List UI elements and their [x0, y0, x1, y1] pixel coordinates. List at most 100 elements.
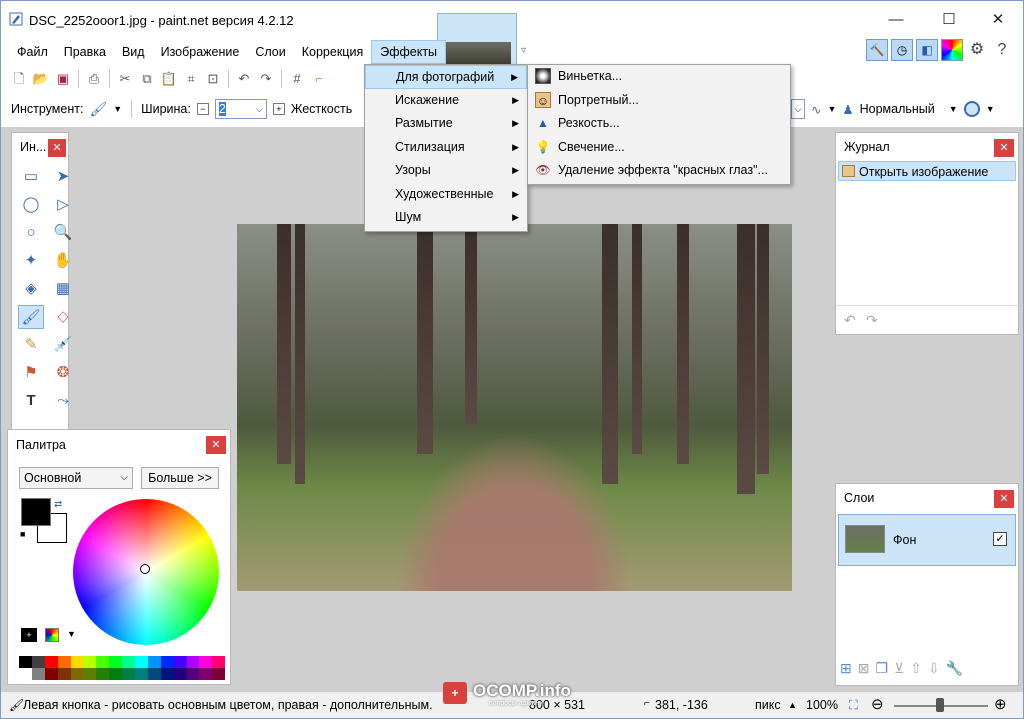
menu-effects-noise[interactable]: Шум ▶ [365, 206, 527, 230]
palette-toggle-icon[interactable] [941, 39, 963, 61]
pan-hand-icon[interactable]: ✋ [50, 249, 76, 273]
clone-stamp-icon[interactable]: ⚑ [18, 361, 44, 385]
duplicate-layer-icon[interactable]: ❐ [875, 660, 888, 677]
history-toggle-icon[interactable]: ◷ [891, 39, 913, 61]
color-swatch[interactable] [212, 656, 226, 668]
color-swatch[interactable] [122, 656, 136, 668]
blend-mode-caret-icon[interactable]: ▼ [949, 104, 958, 114]
move-layer-down-icon[interactable]: ⇩ [928, 660, 940, 677]
layer-properties-icon[interactable]: 🔧 [946, 660, 963, 677]
color-swatch[interactable] [31, 656, 45, 668]
color-swatch[interactable] [160, 656, 174, 668]
image-list-dropdown-icon[interactable]: ▿ [521, 45, 526, 56]
color-swatch[interactable] [173, 656, 187, 668]
width-decrease-button[interactable]: − [196, 103, 209, 115]
menu-view[interactable]: Вид [114, 40, 153, 64]
palette-menu-caret-icon[interactable]: ▼ [67, 629, 76, 639]
menu-glow[interactable]: 💡 Свечение... [528, 136, 790, 160]
menu-vignette[interactable]: Виньетка... [528, 65, 790, 89]
rectangle-select-icon[interactable]: ▭ [18, 165, 44, 189]
zoom-slider-thumb[interactable] [936, 698, 944, 712]
color-swatch[interactable] [199, 656, 213, 668]
paintbrush-tool-icon[interactable]: 🖌 [89, 101, 107, 118]
paintbrush-icon[interactable]: 🖌 [18, 305, 44, 329]
layers-close-button[interactable]: ✕ [994, 490, 1014, 508]
crop-icon[interactable]: ⌗ [181, 69, 201, 89]
add-color-icon[interactable]: + [21, 628, 37, 642]
delete-layer-icon[interactable]: ⊠ [858, 660, 870, 677]
zoom-to-window-icon[interactable]: ⛶ [849, 698, 858, 713]
menu-effects-blur[interactable]: Размытие ▶ [365, 112, 527, 136]
new-file-icon[interactable]: 🗋 [9, 69, 29, 89]
palette-menu-icon[interactable] [45, 628, 59, 642]
color-swatch[interactable] [186, 668, 200, 680]
zoom-icon[interactable]: 🔍 [50, 221, 76, 245]
color-swatch[interactable] [160, 668, 174, 680]
text-icon[interactable]: T [18, 389, 44, 413]
grid-icon[interactable]: # [287, 69, 307, 89]
width-increase-button[interactable]: + [272, 103, 285, 115]
help-icon[interactable]: ? [991, 39, 1013, 61]
selection-shape-caret-icon[interactable]: ▼ [986, 104, 995, 114]
palette-close-button[interactable]: ✕ [206, 436, 226, 454]
magic-wand-icon[interactable]: ✦ [18, 249, 44, 273]
color-swatch[interactable] [147, 656, 161, 668]
close-button[interactable]: ✕ [983, 9, 1013, 31]
menu-effects[interactable]: Эффекты [371, 40, 447, 64]
color-swatch[interactable] [96, 656, 110, 668]
menu-effects-distort[interactable]: Искажение ▶ [365, 89, 527, 113]
settings-gear-icon[interactable]: ⚙ [966, 39, 988, 61]
menu-effects-artistic[interactable]: Художественные ▶ [365, 183, 527, 207]
menu-image[interactable]: Изображение [153, 40, 248, 64]
color-swatch[interactable] [19, 668, 32, 680]
color-swatch[interactable] [83, 668, 97, 680]
zoom-level[interactable]: 100% [806, 698, 838, 712]
menu-effects-photo[interactable]: Для фотографий ▶ [365, 65, 527, 89]
blend-mode-select[interactable]: Нормальный [860, 102, 935, 116]
undo-icon[interactable]: ↶ [234, 69, 254, 89]
image-tab-thumbnail[interactable] [437, 13, 517, 69]
menu-file[interactable]: Файл [9, 40, 56, 64]
line-curve-icon[interactable]: ⤳ [50, 389, 76, 413]
color-swatch[interactable] [70, 656, 84, 668]
color-swatch[interactable] [109, 656, 123, 668]
paste-icon[interactable]: 📋 [159, 69, 179, 89]
color-swatch[interactable] [70, 668, 84, 680]
color-swatch[interactable] [57, 668, 71, 680]
hidden-dropdown-caret-icon[interactable]: ⌵ [791, 99, 805, 119]
selection-shape-icon[interactable] [963, 101, 980, 117]
zoom-in-icon[interactable]: ⊕ [994, 695, 1007, 713]
units-select[interactable]: пикс [755, 698, 781, 712]
tools-toggle-icon[interactable]: 🔨 [866, 39, 888, 61]
redo-icon[interactable]: ↷ [256, 69, 276, 89]
color-swatch[interactable] [83, 656, 97, 668]
move-selected-icon[interactable]: ➤ [50, 165, 76, 189]
menu-effects-stylize[interactable]: Стилизация ▶ [365, 136, 527, 160]
color-swatch[interactable] [212, 668, 226, 680]
color-swatch[interactable] [109, 668, 123, 680]
color-swatch[interactable] [57, 656, 71, 668]
units-caret-icon[interactable]: ▲ [788, 700, 797, 710]
color-swatch[interactable] [96, 668, 110, 680]
primary-color-swatch[interactable] [21, 498, 51, 526]
color-swatch[interactable] [135, 668, 148, 680]
eraser-icon[interactable]: ◇ [50, 305, 76, 329]
cut-icon[interactable]: ✂ [115, 69, 135, 89]
color-swatch[interactable] [19, 656, 32, 668]
color-swatch[interactable] [31, 668, 45, 680]
tool-dropdown-caret-icon[interactable]: ▼ [113, 104, 122, 114]
palette-more-button[interactable]: Больше >> [141, 467, 219, 489]
antialias-caret-icon[interactable]: ▼ [827, 104, 836, 114]
palette-mode-select[interactable]: Основной ⌵ [19, 467, 133, 489]
color-swatch[interactable] [173, 668, 187, 680]
menu-portrait[interactable]: ☺ Портретный... [528, 89, 790, 113]
tools-panel-close-button[interactable]: ✕ [48, 139, 66, 157]
forest-photo-canvas[interactable] [237, 224, 792, 591]
merge-layer-down-icon[interactable]: ⊻ [894, 660, 904, 677]
print-icon[interactable]: ⎙ [84, 69, 104, 89]
layers-toggle-icon[interactable]: ◧ [916, 39, 938, 61]
color-picker-icon[interactable]: 💉 [50, 333, 76, 357]
menu-red-eye[interactable]: 👁 Удаление эффекта "красных глаз"... [528, 159, 790, 183]
color-swatch[interactable] [44, 656, 58, 668]
menu-layers[interactable]: Слои [247, 40, 293, 64]
